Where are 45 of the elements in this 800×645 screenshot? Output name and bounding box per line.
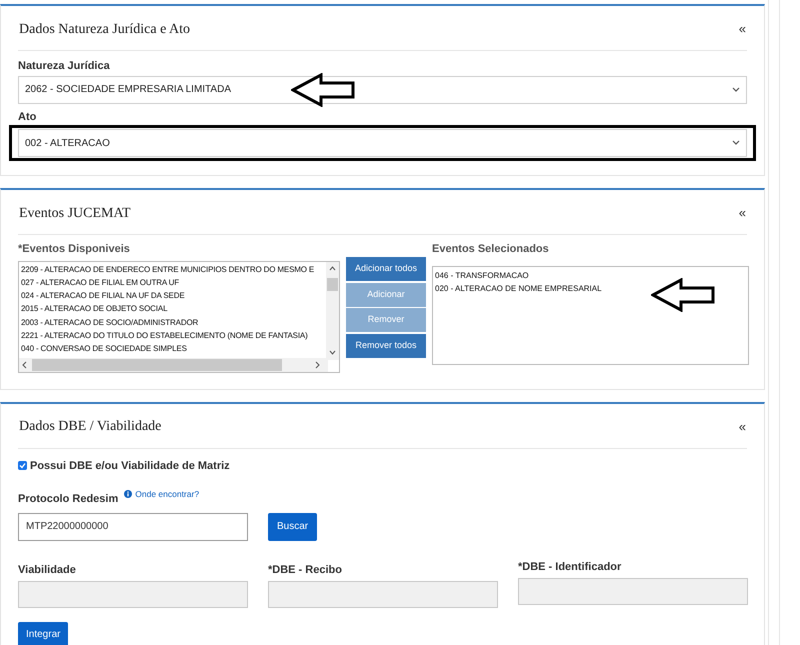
field-label: Protocolo Redesim bbox=[18, 492, 118, 507]
list-action-button[interactable]: Remover todos bbox=[346, 334, 426, 358]
list-item[interactable]: 046 - TRANSFORMACAO bbox=[435, 268, 746, 282]
field-label: *DBE - Identificador bbox=[518, 560, 622, 574]
list-item[interactable]: 2209 - ALTERACAO DE ENDERECO ENTRE MUNICIPIOS DENTRO DO MESMO E bbox=[21, 262, 325, 276]
text-input[interactable]: MTP22000000000 bbox=[18, 512, 248, 540]
chevron-icon bbox=[732, 140, 740, 146]
list-item[interactable]: 2015 - ALTERACAO DE OBJETO SOCIAL bbox=[21, 302, 325, 316]
search-button[interactable]: Buscar bbox=[268, 512, 318, 540]
chevron-icon bbox=[732, 86, 740, 92]
collapse-button[interactable]: « bbox=[738, 416, 747, 436]
checkbox-label: Possui DBE e/ou Viabilidade de Matriz bbox=[30, 458, 230, 474]
panel-title: Dados Natureza Jurídica e Ato bbox=[18, 20, 190, 38]
list-item[interactable]: 024 - ALTERACAO DE FILIAL NA UF DA SEDE bbox=[21, 289, 325, 302]
collapse-button[interactable]: « bbox=[738, 19, 747, 39]
list-box[interactable]: 046 - TRANSFORMACAO 020 - ALTERACAO DE NOME EMPRESARIAL bbox=[432, 266, 749, 364]
help-link[interactable]: Onde encontrar? bbox=[135, 488, 200, 501]
scroll-thumb[interactable] bbox=[32, 358, 282, 370]
list-item[interactable]: 040 - CONVERSAO DE SOCIEDADE SIMPLES bbox=[21, 342, 325, 356]
scroll-up-icon[interactable] bbox=[329, 266, 336, 270]
field-label: Ato bbox=[18, 110, 38, 124]
horizontal-scrollbar[interactable] bbox=[19, 358, 328, 372]
field-label: *DBE - Recibo bbox=[268, 562, 343, 578]
field-label: Natureza Jurídica bbox=[18, 59, 111, 74]
list-item[interactable]: 2221 - ALTERACAO DO TITULO DO ESTABELECIMENTO (NOME DE FANTASIA) bbox=[21, 328, 325, 342]
select-field[interactable]: 002 - ALTERACAO bbox=[18, 129, 747, 157]
list-item[interactable]: 2003 - ALTERACAO DE SOCIO/ADMINISTRADOR bbox=[21, 316, 325, 329]
scroll-right-icon[interactable] bbox=[315, 360, 320, 368]
list-action-button[interactable]: Adicionar todos bbox=[346, 257, 426, 281]
panel-title: Dados DBE / Viabilidade bbox=[18, 418, 162, 436]
field-label: Viabilidade bbox=[18, 562, 77, 578]
vertical-scrollbar[interactable] bbox=[326, 262, 339, 360]
list-item[interactable]: 027 - ALTERACAO DE FILIAL EM OUTRA UF bbox=[21, 276, 325, 290]
field-label: *Eventos Disponiveis bbox=[18, 242, 131, 257]
scroll-down-icon[interactable] bbox=[329, 350, 336, 354]
panel-title: Eventos JUCEMAT bbox=[18, 204, 131, 222]
info-icon bbox=[124, 490, 132, 498]
scroll-thumb[interactable] bbox=[327, 278, 338, 290]
field-label: Eventos Selecionados bbox=[432, 242, 550, 257]
scroll-left-icon[interactable] bbox=[22, 360, 27, 368]
submit-button[interactable]: Integrar bbox=[18, 622, 68, 645]
list-item[interactable]: 020 - ALTERACAO DE NOME EMPRESARIAL bbox=[435, 282, 746, 296]
checkbox[interactable] bbox=[18, 461, 27, 470]
list-box[interactable] bbox=[18, 260, 340, 372]
collapse-button[interactable]: « bbox=[738, 203, 747, 223]
